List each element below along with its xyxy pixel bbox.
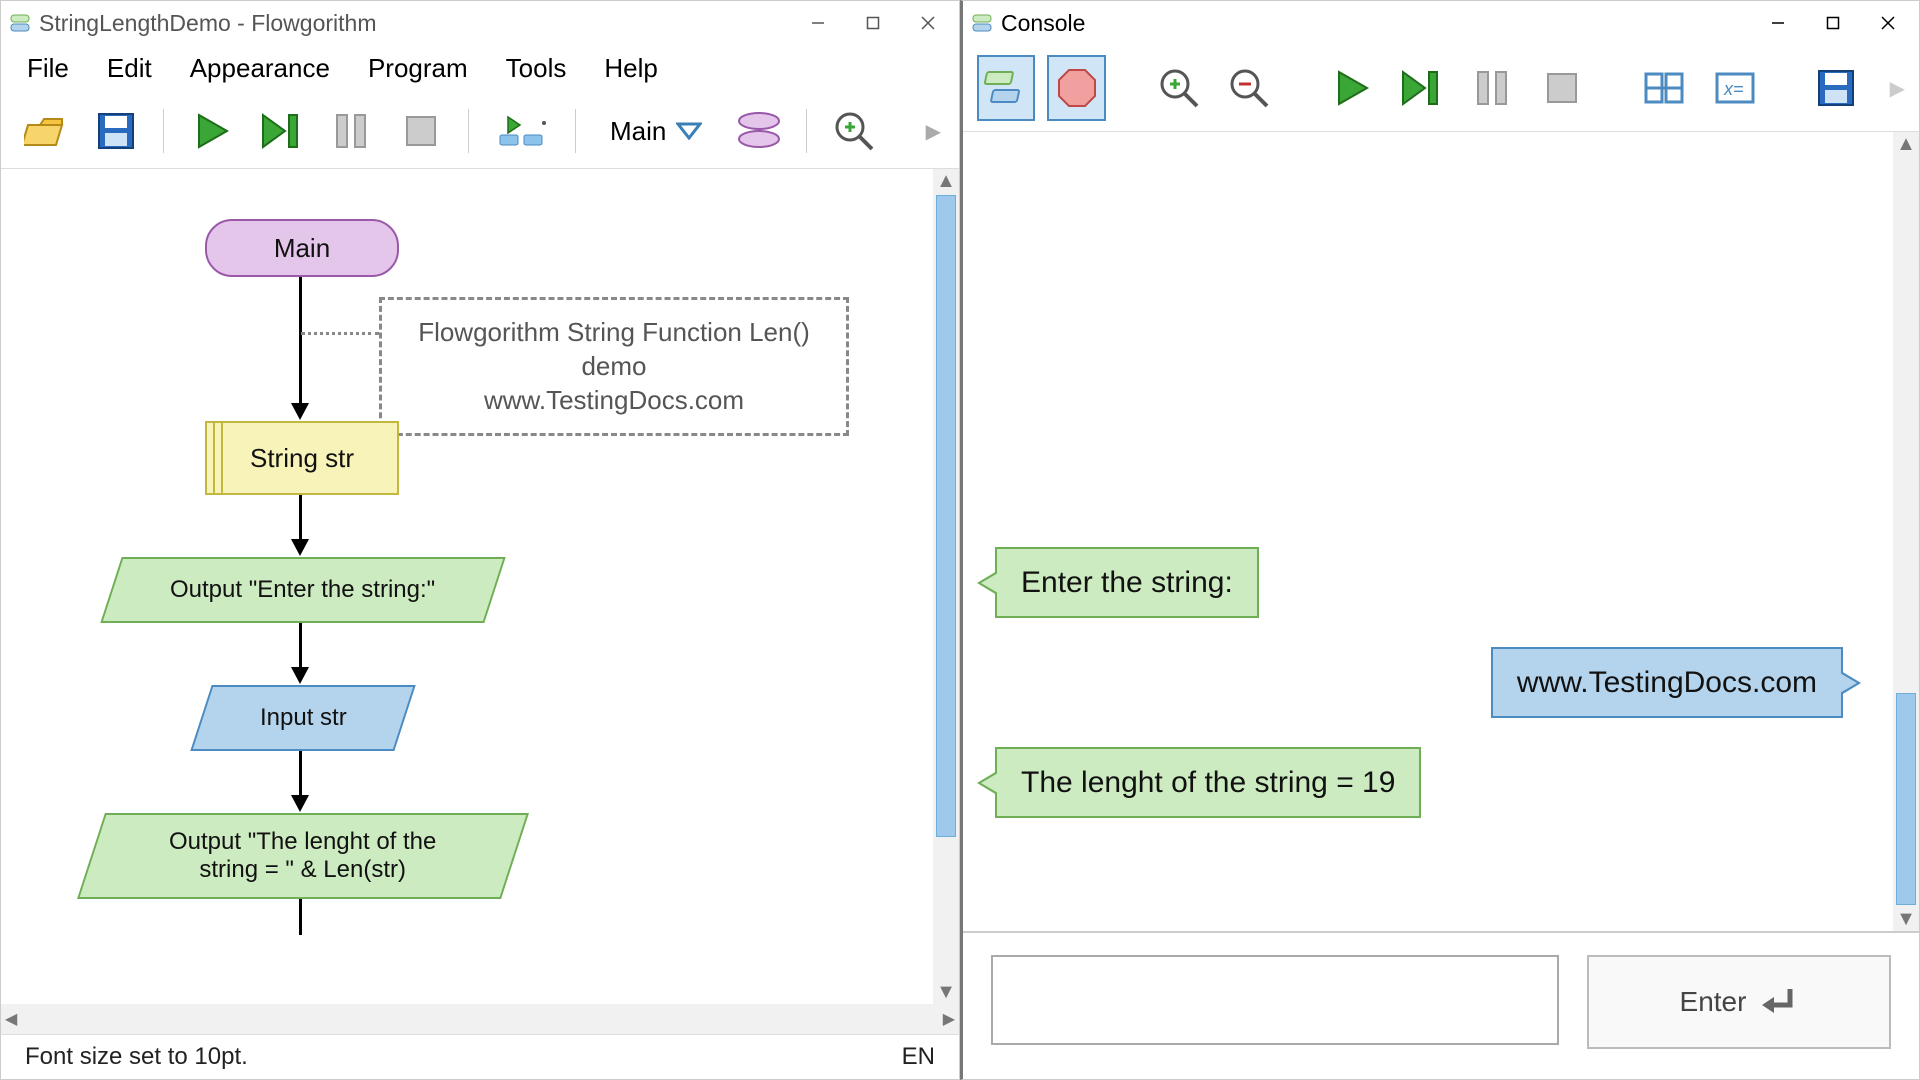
enter-label: Enter xyxy=(1680,986,1747,1018)
flowchart-start-node[interactable]: Main xyxy=(205,219,399,277)
flowchart-input-node[interactable]: Input str xyxy=(190,685,415,751)
pause-button[interactable] xyxy=(324,104,378,158)
minimize-button[interactable] xyxy=(1750,4,1805,42)
console-output-area[interactable]: Enter the string: www.TestingDocs.com Th… xyxy=(963,132,1893,931)
function-selector-label: Main xyxy=(610,116,666,147)
flowchart-canvas[interactable]: Main Flowgorithm String Function Len() d… xyxy=(1,169,933,1004)
declare-label: String str xyxy=(250,443,354,474)
titlebar: StringLengthDemo - Flowgorithm xyxy=(1,1,959,45)
console-input-row: Enter xyxy=(963,931,1919,1079)
variables-button[interactable] xyxy=(1635,55,1693,121)
input-label: Input str xyxy=(260,704,347,732)
scroll-down-icon[interactable]: ▼ xyxy=(1896,907,1916,931)
pause-button[interactable] xyxy=(1463,55,1521,121)
chevron-down-icon xyxy=(676,122,702,140)
stop-button[interactable] xyxy=(1533,55,1591,121)
toolbar-scroll-right-icon[interactable]: ▶ xyxy=(926,119,941,144)
console-save-button[interactable] xyxy=(1807,55,1865,121)
app-icon xyxy=(9,12,31,34)
console-toolbar: x= ▶ xyxy=(963,45,1919,132)
svg-text:x=: x= xyxy=(1723,79,1744,99)
minimize-button[interactable] xyxy=(790,4,845,42)
window-title: Console xyxy=(1001,10,1750,37)
output-label: string = " & Len(str) xyxy=(169,856,436,884)
step-button[interactable] xyxy=(1392,55,1450,121)
statusbar: Font size set to 10pt. EN xyxy=(1,1034,959,1079)
menu-file[interactable]: File xyxy=(23,51,73,86)
scroll-left-icon[interactable]: ◀ xyxy=(5,1009,17,1029)
toolbar-scroll-right-icon[interactable]: ▶ xyxy=(1890,76,1905,101)
open-button[interactable] xyxy=(19,104,73,158)
run-button[interactable] xyxy=(184,104,238,158)
horizontal-scrollbar[interactable]: ◀ ▶ xyxy=(1,1004,959,1034)
shape-tool-button[interactable] xyxy=(732,104,786,158)
maximize-button[interactable] xyxy=(1805,4,1860,42)
start-label: Main xyxy=(274,233,330,264)
scroll-right-icon[interactable]: ▶ xyxy=(943,1009,955,1029)
app-icon xyxy=(971,12,993,34)
scroll-down-icon[interactable]: ▼ xyxy=(936,980,956,1004)
menu-edit[interactable]: Edit xyxy=(103,51,156,86)
flowchart-output-node[interactable]: Output "Enter the string:" xyxy=(100,557,505,623)
close-button[interactable] xyxy=(900,4,955,42)
console-input[interactable] xyxy=(991,955,1559,1045)
zoom-in-button[interactable] xyxy=(827,104,881,158)
enter-icon xyxy=(1760,985,1798,1019)
menu-tools[interactable]: Tools xyxy=(502,51,571,86)
chat-mode-button[interactable] xyxy=(977,55,1035,121)
output-label: Output "Enter the string:" xyxy=(170,576,435,604)
output-label: Output "The lenght of the xyxy=(169,828,436,856)
bubble-text: Enter the string: xyxy=(1021,566,1233,599)
flowgorithm-window: StringLengthDemo - Flowgorithm File Edit… xyxy=(0,0,960,1080)
menu-program[interactable]: Program xyxy=(364,51,472,86)
comment-line: demo xyxy=(404,350,824,384)
status-language: EN xyxy=(902,1043,935,1071)
vertical-scrollbar[interactable]: ▲ ▼ xyxy=(933,169,959,1004)
save-button[interactable] xyxy=(89,104,143,158)
step-button[interactable] xyxy=(254,104,308,158)
scroll-up-icon[interactable]: ▲ xyxy=(1896,132,1916,156)
menubar: File Edit Appearance Program Tools Help xyxy=(1,45,959,100)
zoom-out-button[interactable] xyxy=(1220,55,1278,121)
layout-button[interactable] xyxy=(489,104,555,158)
bubble-text: www.TestingDocs.com xyxy=(1517,666,1817,699)
menu-appearance[interactable]: Appearance xyxy=(186,51,334,86)
flowchart-declare-node[interactable]: String str xyxy=(205,421,399,495)
comment-line: www.TestingDocs.com xyxy=(404,384,824,418)
function-selector[interactable]: Main xyxy=(596,116,716,147)
toolbar: Main ▶ xyxy=(1,100,959,169)
console-input-bubble: www.TestingDocs.com xyxy=(1491,647,1843,718)
bubble-text: The lenght of the string = 19 xyxy=(1021,766,1395,799)
zoom-in-button[interactable] xyxy=(1149,55,1207,121)
flowchart-comment-node[interactable]: Flowgorithm String Function Len() demo w… xyxy=(379,297,849,436)
console-output-bubble: Enter the string: xyxy=(995,547,1259,618)
run-button[interactable] xyxy=(1322,55,1380,121)
maximize-button[interactable] xyxy=(845,4,900,42)
stop-mode-button[interactable] xyxy=(1047,55,1105,121)
scroll-up-icon[interactable]: ▲ xyxy=(936,169,956,193)
watch-button[interactable]: x= xyxy=(1705,55,1763,121)
enter-button[interactable]: Enter xyxy=(1587,955,1891,1049)
comment-line: Flowgorithm String Function Len() xyxy=(404,316,824,350)
stop-button[interactable] xyxy=(394,104,448,158)
window-title: StringLengthDemo - Flowgorithm xyxy=(39,10,790,37)
menu-help[interactable]: Help xyxy=(600,51,661,86)
console-window: Console xyxy=(960,0,1920,1080)
close-button[interactable] xyxy=(1860,4,1915,42)
console-output-bubble: The lenght of the string = 19 xyxy=(995,747,1421,818)
status-message: Font size set to 10pt. xyxy=(25,1043,248,1071)
titlebar: Console xyxy=(963,1,1919,45)
flowchart-output-node[interactable]: Output "The lenght of the string = " & L… xyxy=(77,813,529,899)
vertical-scrollbar[interactable]: ▲ ▼ xyxy=(1893,132,1919,931)
